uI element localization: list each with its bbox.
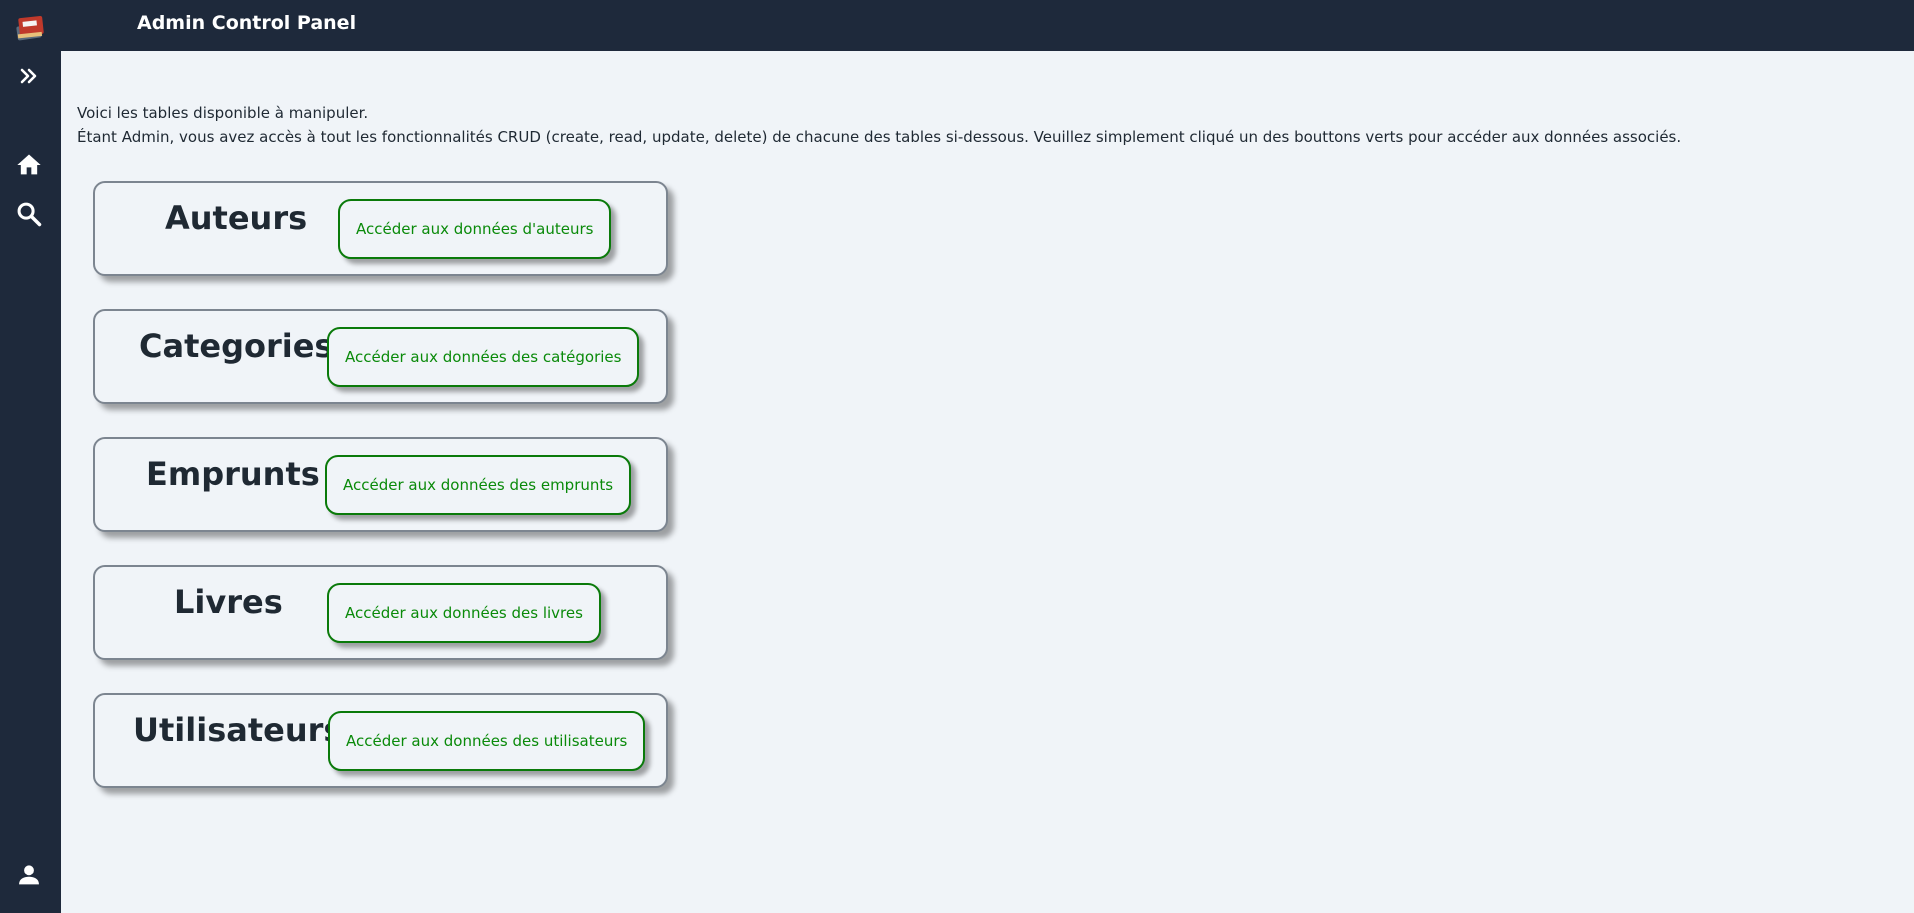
card-title: Categories	[139, 327, 334, 365]
card-title: Livres	[174, 583, 283, 621]
book-stack-icon[interactable]	[13, 11, 47, 43]
card-title: Utilisateurs	[133, 711, 343, 749]
table-card-emprunts: Emprunts Accéder aux données des emprunt…	[93, 437, 668, 532]
access-auteurs-button[interactable]: Accéder aux données d'auteurs	[338, 199, 612, 259]
user-icon[interactable]	[12, 858, 46, 892]
search-icon[interactable]	[12, 197, 46, 231]
table-card-livres: Livres Accéder aux données des livres	[93, 565, 668, 660]
intro-text: Voici les tables disponible à manipuler.…	[77, 101, 1681, 149]
intro-line-1: Voici les tables disponible à manipuler.	[77, 104, 369, 122]
card-title: Emprunts	[146, 455, 320, 493]
sidebar	[0, 0, 61, 913]
table-card-utilisateurs: Utilisateurs Accéder aux données des uti…	[93, 693, 668, 788]
access-categories-button[interactable]: Accéder aux données des catégories	[327, 327, 640, 387]
table-card-categories: Categories Accéder aux données des catég…	[93, 309, 668, 404]
access-utilisateurs-button[interactable]: Accéder aux données des utilisateurs	[328, 711, 646, 771]
access-emprunts-button[interactable]: Accéder aux données des emprunts	[325, 455, 632, 515]
intro-line-2: Étant Admin, vous avez accès à tout les …	[77, 128, 1682, 146]
double-chevron-right-icon[interactable]	[12, 59, 46, 93]
page-title: Admin Control Panel	[137, 12, 357, 34]
home-icon[interactable]	[12, 148, 46, 182]
table-card-auteurs: Auteurs Accéder aux données d'auteurs	[93, 181, 668, 276]
top-bar: Admin Control Panel	[0, 0, 1914, 51]
card-title: Auteurs	[165, 199, 308, 237]
access-livres-button[interactable]: Accéder aux données des livres	[327, 583, 601, 643]
